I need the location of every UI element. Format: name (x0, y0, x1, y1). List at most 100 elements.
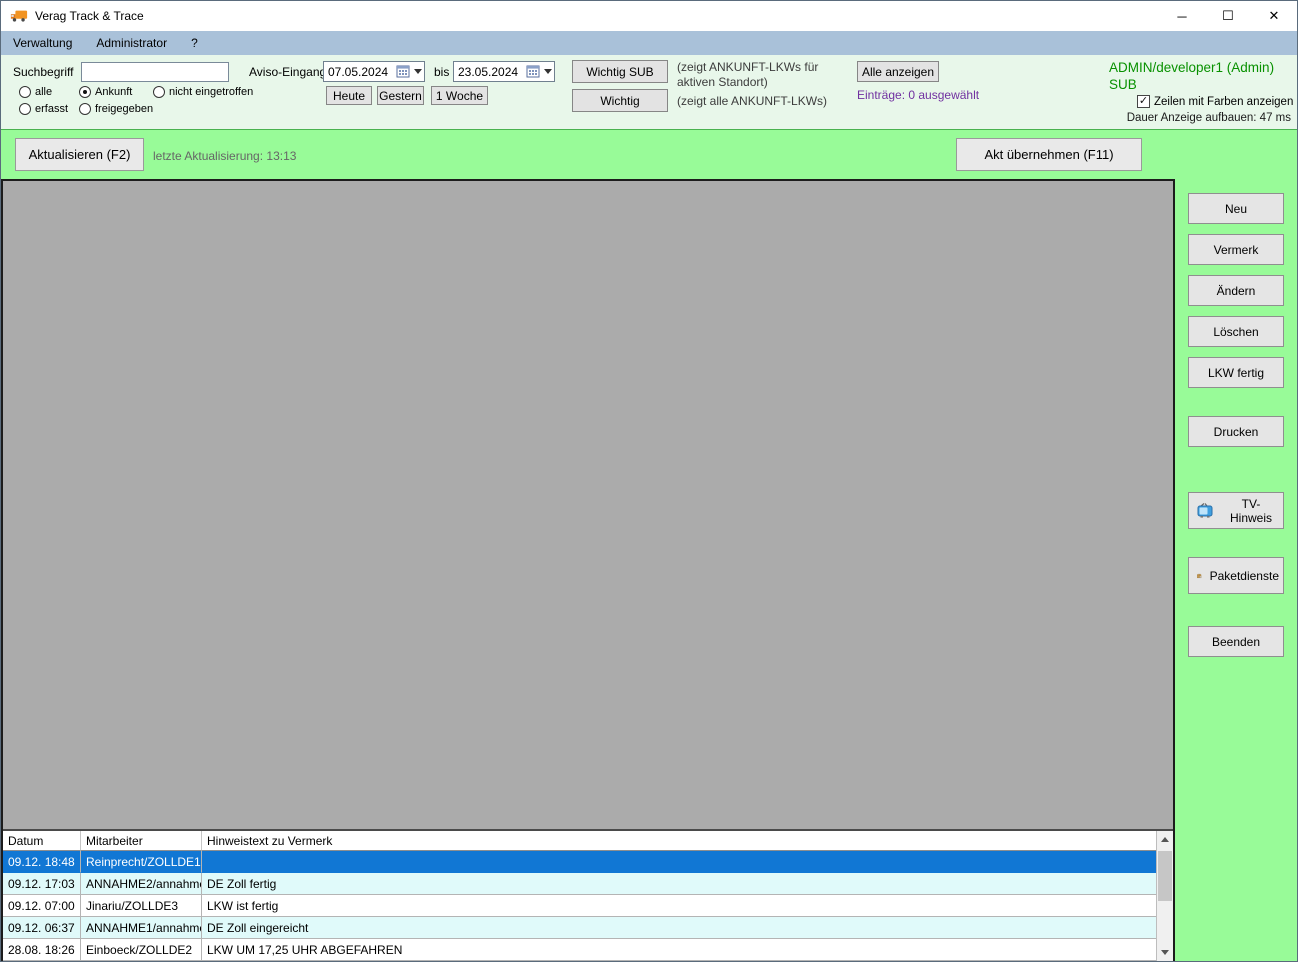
akt-uebernehmen-button[interactable]: Akt übernehmen (F11) (956, 138, 1142, 171)
sidebar: Neu Vermerk Ändern Löschen LKW fertig Dr… (1175, 179, 1297, 961)
duration-status: Dauer Anzeige aufbauen: 47 ms (1126, 112, 1291, 124)
checkbox-checked-icon[interactable]: ✓ (1137, 95, 1150, 108)
cell-datum: 09.12. 18:48 (3, 851, 81, 873)
cell-hinweis: LKW UM 17,25 UHR ABGEFAHREN (202, 939, 1156, 961)
cell-datum: 09.12. 07:00 (3, 895, 81, 917)
radio-label: freigegeben (95, 103, 154, 115)
radio-circle-icon (153, 86, 165, 98)
wichtig-sub-caption: (zeigt ANKUNFT-LKWs für aktiven Standort… (677, 60, 819, 89)
colors-checkbox-row[interactable]: ✓ Zeilen mit Farben anzeigen (1137, 95, 1293, 108)
radio-label: nicht eingetroffen (169, 86, 254, 98)
cell-mitarbeiter: Reinprecht/ZOLLDE1 (81, 851, 202, 873)
tv-hinweis-label: TV-Hinweis (1229, 496, 1272, 525)
radio-circle-icon (79, 103, 91, 115)
radio-freigegeben[interactable]: freigegeben (79, 103, 153, 115)
close-icon[interactable]: ✕ (1251, 1, 1297, 31)
cell-hinweis: DE Zoll eingereicht (202, 917, 1156, 939)
beenden-button[interactable]: Beenden (1188, 626, 1284, 657)
search-input[interactable] (81, 62, 229, 82)
chevron-down-icon[interactable] (412, 69, 424, 74)
package-icon (1197, 573, 1202, 578)
cell-datum: 28.08. 18:26 (3, 939, 81, 961)
radio-nicht-eingetroffen[interactable]: nicht eingetroffen (153, 86, 253, 98)
user-line2: SUB (1109, 77, 1137, 92)
entries-status: Einträge: 0 ausgewählt (857, 88, 980, 102)
cell-mitarbeiter: Jinariu/ZOLLDE3 (81, 895, 202, 917)
cell-hinweis: LKW ist fertig (202, 895, 1156, 917)
scroll-up-icon[interactable] (1157, 831, 1173, 848)
date-to-picker[interactable]: 23.05.2024 (453, 61, 555, 82)
radio-alle[interactable]: alle (19, 86, 52, 98)
date-from-value: 07.05.2024 (328, 64, 389, 79)
tv-hinweis-button[interactable]: TV-Hinweis (1188, 492, 1284, 529)
drucken-button[interactable]: Drucken (1188, 416, 1284, 447)
aktualisieren-button[interactable]: Aktualisieren (F2) (15, 138, 144, 171)
aendern-button[interactable]: Ändern (1188, 275, 1284, 306)
heute-button[interactable]: Heute (326, 86, 372, 105)
radio-label: alle (35, 86, 53, 98)
alle-anzeigen-button[interactable]: Alle anzeigen (857, 61, 939, 82)
menu-bar: Verwaltung Administrator ? (1, 31, 1297, 55)
cell-mitarbeiter: Einboeck/ZOLLDE2 (81, 939, 202, 961)
last-refresh-status: letzte Aktualisierung: 13:13 (153, 149, 297, 163)
scrollbar-thumb[interactable] (1158, 851, 1172, 901)
table-row[interactable]: 28.08. 18:26 Einboeck/ZOLLDE2 LKW UM 17,… (3, 939, 1156, 961)
column-header-hinweistext[interactable]: Hinweistext zu Vermerk (202, 831, 1156, 851)
table-scrollbar[interactable] (1156, 831, 1173, 961)
user-line1: ADMIN/developer1 (Admin) (1109, 60, 1275, 75)
lkw-fertig-button[interactable]: LKW fertig (1188, 357, 1284, 388)
main-grid-area: Datum Mitarbeiter Hinweistext zu Vermerk… (1, 179, 1175, 961)
gestern-button[interactable]: Gestern (377, 86, 424, 105)
wichtig-sub-button[interactable]: Wichtig SUB (572, 60, 668, 83)
cell-mitarbeiter: ANNAHME2/annahme2 (81, 873, 202, 895)
radio-ankunft[interactable]: Ankunft (79, 86, 132, 98)
loeschen-button[interactable]: Löschen (1188, 316, 1284, 347)
user-info: ADMIN/developer1 (Admin) SUB (1109, 59, 1274, 93)
truck-icon (10, 10, 28, 22)
table-header-row: Datum Mitarbeiter Hinweistext zu Vermerk (3, 831, 1156, 851)
action-bar: Aktualisieren (F2) letzte Aktualisierung… (1, 129, 1297, 179)
radio-circle-icon (19, 86, 31, 98)
radio-label: erfasst (35, 103, 69, 115)
cell-hinweis (202, 851, 1156, 873)
maximize-icon[interactable]: ☐ (1205, 1, 1251, 31)
minimize-icon[interactable]: ─ (1159, 1, 1205, 31)
table-row[interactable]: 09.12. 18:48 Reinprecht/ZOLLDE1 (3, 851, 1156, 873)
1-woche-button[interactable]: 1 Woche (431, 86, 488, 105)
cell-hinweis: DE Zoll fertig (202, 873, 1156, 895)
vermerk-button[interactable]: Vermerk (1188, 234, 1284, 265)
radio-circle-icon (19, 103, 31, 115)
aviso-eingang-label: Aviso-Eingang (249, 65, 327, 79)
tv-icon (1197, 502, 1213, 518)
column-header-datum[interactable]: Datum (3, 831, 81, 851)
wichtig-button[interactable]: Wichtig (572, 89, 668, 112)
title-bar: Verag Track & Trace ─ ☐ ✕ (1, 1, 1297, 31)
table-row[interactable]: 09.12. 07:00 Jinariu/ZOLLDE3 LKW ist fer… (3, 895, 1156, 917)
neu-button[interactable]: Neu (1188, 193, 1284, 224)
colors-checkbox-label: Zeilen mit Farben anzeigen (1154, 95, 1294, 108)
paketdienste-label: Paketdienste (1209, 568, 1279, 583)
radio-label: Ankunft (95, 86, 133, 98)
menu-administrator[interactable]: Administrator (84, 31, 179, 55)
radio-circle-icon (79, 86, 91, 98)
wichtig-caption: (zeigt alle ANKUNFT-LKWs) (677, 94, 828, 108)
paketdienste-button[interactable]: Paketdienste (1188, 557, 1284, 594)
radio-erfasst[interactable]: erfasst (19, 103, 68, 115)
calendar-icon (396, 65, 410, 78)
table-row[interactable]: 09.12. 17:03 ANNAHME2/annahme2 DE Zoll f… (3, 873, 1156, 895)
table-row[interactable]: 09.12. 06:37 ANNAHME1/annahme1 DE Zoll e… (3, 917, 1156, 939)
window-title: Verag Track & Trace (35, 9, 144, 23)
search-label: Suchbegriff (13, 65, 74, 79)
date-from-picker[interactable]: 07.05.2024 (323, 61, 425, 82)
vermerk-table: Datum Mitarbeiter Hinweistext zu Vermerk… (3, 829, 1173, 961)
calendar-icon (526, 65, 540, 78)
app-window: Verag Track & Trace ─ ☐ ✕ Verwaltung Adm… (0, 0, 1298, 962)
column-header-mitarbeiter[interactable]: Mitarbeiter (81, 831, 202, 851)
bis-label: bis (434, 65, 450, 79)
menu-verwaltung[interactable]: Verwaltung (1, 31, 84, 55)
menu-help[interactable]: ? (179, 31, 210, 55)
cell-mitarbeiter: ANNAHME1/annahme1 (81, 917, 202, 939)
cell-datum: 09.12. 17:03 (3, 873, 81, 895)
chevron-down-icon[interactable] (542, 69, 554, 74)
scroll-down-icon[interactable] (1157, 944, 1173, 961)
